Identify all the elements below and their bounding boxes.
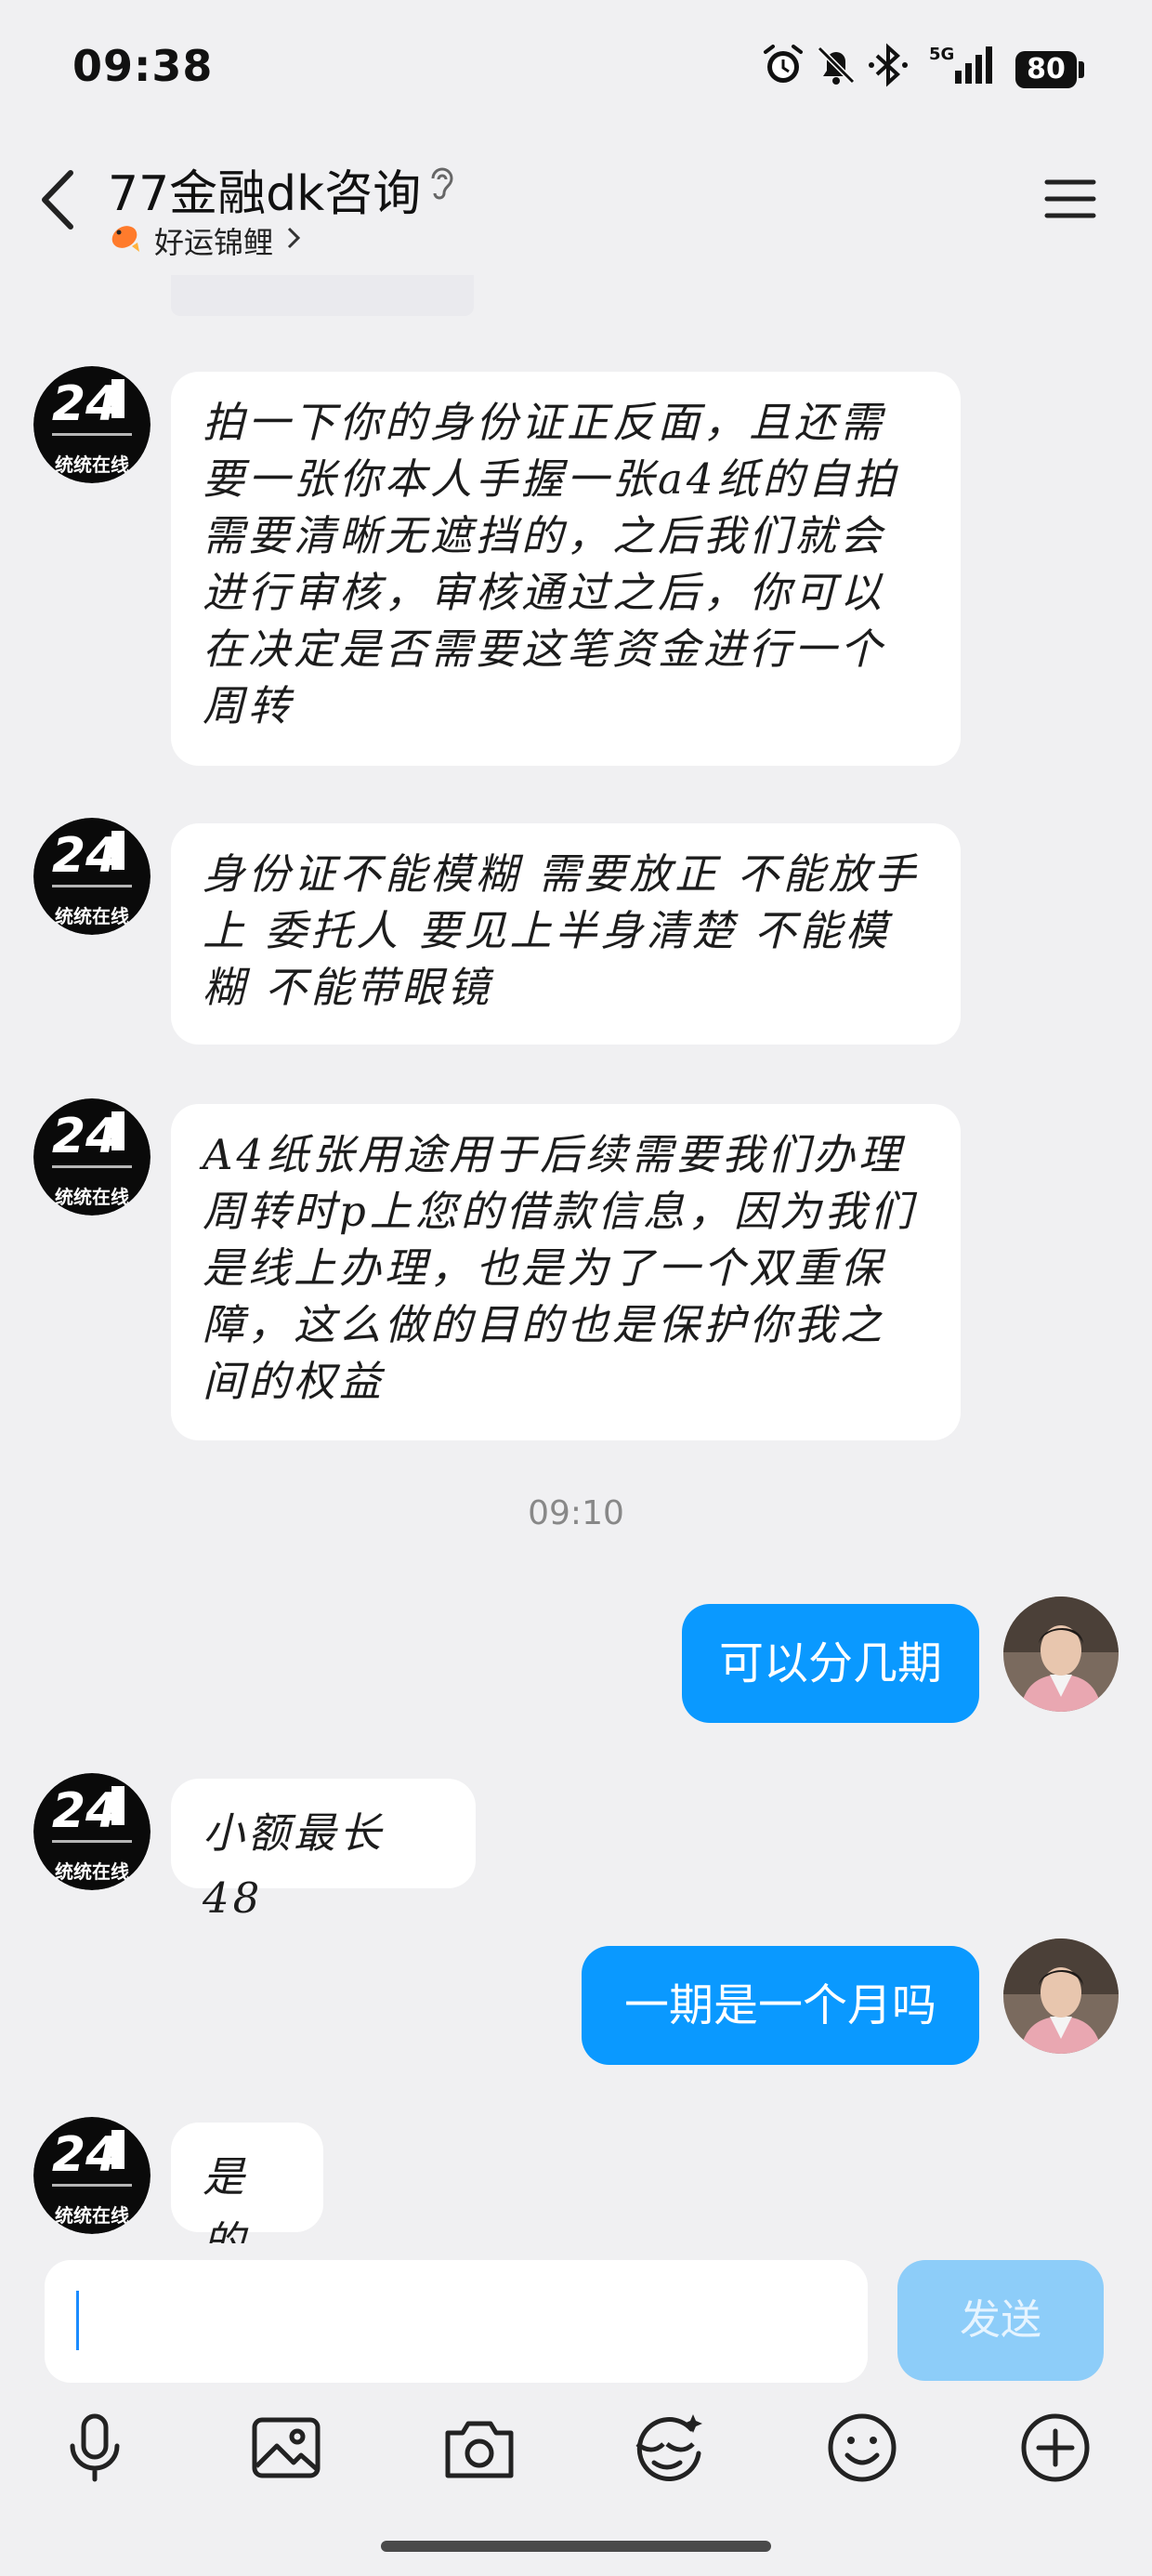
koi-emoji-icon: [111, 226, 139, 252]
bot-avatar[interactable]: 24 统统在线: [33, 1773, 151, 1890]
svg-text:统统在线: 统统在线: [55, 1186, 129, 1208]
svg-text:24: 24: [52, 1783, 119, 1839]
message-timestamp: 09:10: [528, 1494, 624, 1532]
battery-tip: [1079, 61, 1084, 78]
sticker-face-icon[interactable]: [630, 2411, 704, 2485]
message-bubble-incoming[interactable]: 拍一下你的身份证正反面，且还需要一张你本人手握一张a4纸的自拍 需要清晰无遮挡的…: [171, 372, 961, 766]
svg-text:统统在线: 统统在线: [55, 453, 129, 476]
chat-subtitle[interactable]: 好运锦鲤: [154, 219, 273, 262]
user-avatar[interactable]: [1003, 1939, 1119, 2054]
svg-text:统统在线: 统统在线: [55, 1860, 129, 1883]
signal-5g-icon: 5G: [929, 45, 992, 84]
message-bubble-incoming[interactable]: 是的: [171, 2123, 323, 2267]
plus-icon[interactable]: [1018, 2411, 1093, 2485]
ear-icon[interactable]: [425, 164, 459, 204]
camera-icon[interactable]: [442, 2411, 517, 2485]
svg-text:24: 24: [52, 1109, 119, 1164]
text-caret: [76, 2291, 79, 2350]
battery-icon: 80: [1015, 51, 1077, 88]
message-bubble-incoming[interactable]: A4纸张用途用于后续需要我们办理周转时p上您的借款信息，因为我们是线上办理，也是…: [171, 1104, 961, 1440]
message-bubble-outgoing[interactable]: 可以分几期: [682, 1604, 979, 1723]
svg-text:24: 24: [52, 2127, 119, 2183]
bot-avatar[interactable]: 24 统统在线: [33, 1098, 151, 1216]
bot-avatar[interactable]: 24 统统在线: [33, 2117, 151, 2234]
bluetooth-icon: [869, 43, 908, 87]
svg-text:24: 24: [52, 376, 119, 432]
microphone-icon[interactable]: [58, 2411, 132, 2485]
chevron-right-icon[interactable]: [284, 225, 303, 251]
svg-text:5G: 5G: [929, 45, 954, 64]
send-button[interactable]: 发送: [897, 2260, 1104, 2381]
back-icon[interactable]: [35, 167, 82, 232]
floating-nav-bar: [171, 275, 474, 316]
menu-icon[interactable]: [1044, 177, 1096, 221]
svg-text:统统在线: 统统在线: [55, 905, 129, 927]
message-bubble-incoming[interactable]: 小额最长48: [171, 1779, 476, 1923]
bot-avatar[interactable]: 24 统统在线: [33, 818, 151, 935]
user-avatar[interactable]: [1003, 1597, 1119, 1712]
status-time: 09:38: [72, 41, 214, 91]
mute-bell-icon: [817, 46, 856, 85]
alarm-icon: [764, 45, 803, 83]
chat-title[interactable]: 77金融dk咨询: [108, 154, 421, 224]
message-input[interactable]: [45, 2260, 868, 2383]
home-indicator[interactable]: [381, 2541, 771, 2552]
bot-avatar[interactable]: 24 统统在线: [33, 366, 151, 483]
svg-text:统统在线: 统统在线: [55, 2204, 129, 2227]
image-icon[interactable]: [249, 2411, 323, 2485]
message-bubble-incoming[interactable]: 身份证不能模糊 需要放正 不能放手上 委托人 要见上半身清楚 不能模糊 不能带眼…: [171, 823, 961, 1045]
svg-text:24: 24: [52, 828, 119, 884]
message-bubble-outgoing[interactable]: 一期是一个月吗: [582, 1946, 979, 2065]
emoji-icon[interactable]: [825, 2411, 899, 2485]
